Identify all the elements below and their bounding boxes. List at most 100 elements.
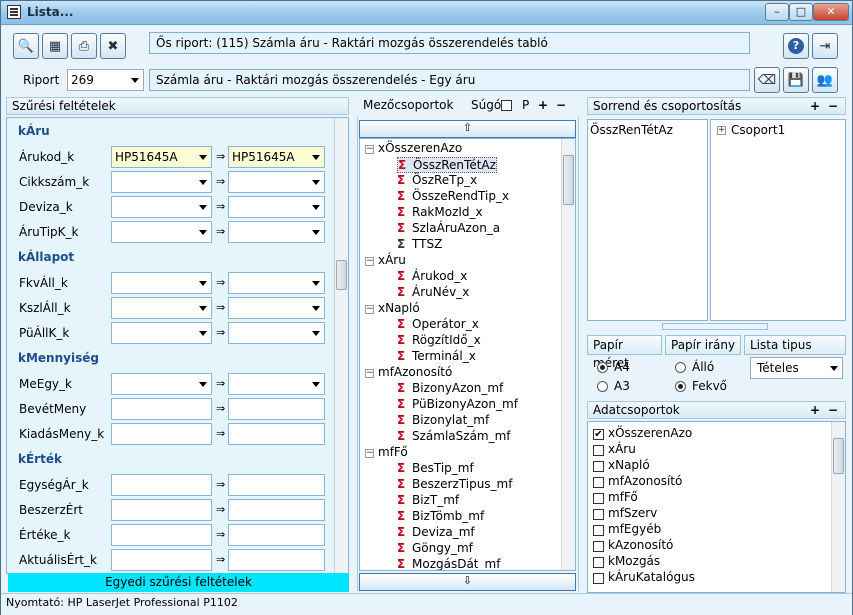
tree-group[interactable]: xÁru: [378, 253, 406, 267]
scroll-up-button[interactable]: ⇧: [359, 120, 576, 138]
tree-field-item[interactable]: Σ Árukod_x: [397, 269, 467, 283]
filter-from-input[interactable]: [111, 398, 212, 420]
datagroup-checkbox[interactable]: [593, 573, 604, 584]
tree-field-item[interactable]: Σ ÖszReTp_x: [397, 173, 477, 187]
filter-to-input[interactable]: [228, 297, 325, 319]
tree-field-item[interactable]: Σ ÖsszRenTétAz: [397, 157, 497, 173]
collapse-icon[interactable]: −: [365, 369, 374, 378]
tree-field-item[interactable]: Σ PüBizonyAzon_mf: [397, 397, 518, 411]
help-button[interactable]: ?: [783, 33, 809, 59]
users-button[interactable]: 👥: [812, 67, 838, 93]
filter-from-input[interactable]: [111, 423, 212, 445]
close-button[interactable]: ✕: [813, 3, 849, 21]
filter-to-input[interactable]: HP51645A: [228, 146, 325, 168]
datagroup-checkbox[interactable]: [593, 557, 604, 568]
filter-to-input[interactable]: [228, 398, 325, 420]
datagroup-checkbox[interactable]: [593, 477, 604, 488]
order-add-button[interactable]: +: [810, 98, 820, 114]
tree-field-item[interactable]: Σ Operátor_x: [397, 317, 479, 331]
right-splitter[interactable]: [578, 117, 586, 591]
tree-field-item[interactable]: Σ RakMozId_x: [397, 205, 483, 219]
filter-from-input[interactable]: [111, 171, 212, 193]
exit-button[interactable]: ⇥: [812, 33, 838, 59]
tree-field-item[interactable]: Σ Bizonylat_mf: [397, 413, 489, 427]
tree-group[interactable]: xNapló: [378, 301, 420, 315]
print-button[interactable]: ⎙: [71, 33, 97, 59]
datagroup-checkbox[interactable]: [593, 525, 604, 536]
fields-expand-button[interactable]: +: [538, 97, 548, 113]
filter-to-input[interactable]: [228, 221, 325, 243]
export-button[interactable]: ▦: [42, 33, 68, 59]
collapse-icon[interactable]: −: [365, 305, 374, 314]
filter-from-input[interactable]: [111, 322, 212, 344]
portrait-radio[interactable]: [675, 362, 686, 373]
left-splitter[interactable]: [350, 117, 358, 591]
filter-from-input[interactable]: [111, 524, 212, 546]
filter-from-input[interactable]: [111, 272, 212, 294]
scroll-down-button[interactable]: ⇩: [359, 573, 576, 591]
datagroup-checkbox[interactable]: [593, 541, 604, 552]
tree-group[interactable]: mfAzonosító: [378, 365, 452, 379]
maximize-button[interactable]: □: [789, 3, 813, 21]
filter-from-input[interactable]: [111, 474, 212, 496]
datagroup-checkbox[interactable]: [593, 461, 604, 472]
save-button[interactable]: 💾: [783, 67, 809, 93]
filter-to-input[interactable]: [228, 171, 325, 193]
tree-field-item[interactable]: Σ MozgásDát_mf: [397, 557, 500, 570]
filter-to-input[interactable]: [228, 474, 325, 496]
tree-field-item[interactable]: Σ SzámlaSzám_mf: [397, 429, 511, 443]
report-number-select[interactable]: 269: [67, 69, 144, 91]
tree-field-item[interactable]: Σ ÁruNév_x: [397, 285, 469, 299]
filters-scroll-thumb[interactable]: [336, 260, 347, 290]
filter-to-input[interactable]: [228, 196, 325, 218]
a4-radio[interactable]: [597, 362, 608, 373]
list-type-select[interactable]: Tételes: [750, 357, 843, 379]
tree-field-item[interactable]: Σ RögzítIdő_x: [397, 333, 481, 347]
tree-group[interactable]: mfFő: [378, 445, 408, 459]
fields-collapse-button[interactable]: −: [556, 97, 566, 113]
tree-field-item[interactable]: Σ BeszerzTipus_mf: [397, 477, 512, 491]
tree-field-item[interactable]: Σ Terminál_x: [397, 349, 476, 363]
order-splitter[interactable]: [662, 323, 768, 330]
tree-field-item[interactable]: Σ BizonyAzon_mf: [397, 381, 503, 395]
datagroups-scrollbar[interactable]: [831, 422, 845, 592]
tree-field-item[interactable]: Σ TTSZ: [397, 237, 442, 251]
expand-icon[interactable]: +: [717, 126, 726, 135]
filter-from-input[interactable]: [111, 499, 212, 521]
group-item[interactable]: Csoport1: [731, 123, 785, 137]
filter-to-input[interactable]: [228, 524, 325, 546]
filter-to-input[interactable]: [228, 272, 325, 294]
filter-from-input[interactable]: [111, 196, 212, 218]
datagroups-add-button[interactable]: +: [810, 402, 820, 418]
help-checkbox[interactable]: [501, 100, 512, 111]
collapse-icon[interactable]: −: [365, 449, 374, 458]
filter-to-input[interactable]: [228, 322, 325, 344]
tree-field-item[interactable]: Σ Göngy_mf: [397, 541, 473, 555]
filter-to-input[interactable]: [228, 549, 325, 571]
tree-field-item[interactable]: Σ ÖsszeRendTip_x: [397, 189, 509, 203]
tree-field-item[interactable]: Σ SzlaÁruAzon_a: [397, 221, 500, 235]
filter-from-input[interactable]: [111, 221, 212, 243]
filter-from-input[interactable]: [111, 549, 212, 571]
tree-group[interactable]: xÖsszerenAzo: [378, 141, 462, 155]
tree-field-item[interactable]: Σ BesTip_mf: [397, 461, 474, 475]
datagroups-scroll-thumb[interactable]: [833, 438, 844, 474]
filters-scrollbar[interactable]: [334, 118, 348, 573]
filter-to-input[interactable]: [228, 373, 325, 395]
tree-scrollbar[interactable]: [561, 139, 575, 570]
filter-from-input[interactable]: [111, 297, 212, 319]
datagroups-remove-button[interactable]: −: [828, 402, 838, 418]
tree-field-item[interactable]: Σ Deviza_mf: [397, 525, 475, 539]
filter-from-input[interactable]: [111, 373, 212, 395]
filter-to-input[interactable]: [228, 423, 325, 445]
order-item[interactable]: ÖsszRenTétAz: [590, 123, 673, 137]
datagroup-checkbox[interactable]: [593, 509, 604, 520]
filter-to-input[interactable]: [228, 499, 325, 521]
minimize-button[interactable]: –: [765, 3, 789, 21]
collapse-icon[interactable]: −: [365, 145, 374, 154]
datagroup-checkbox[interactable]: [593, 493, 604, 504]
datagroup-checkbox[interactable]: [593, 445, 604, 456]
tree-field-item[interactable]: Σ BizT_mf: [397, 493, 459, 507]
delete-button[interactable]: ✖: [100, 33, 126, 59]
datagroup-checkbox[interactable]: ✔: [593, 429, 604, 440]
